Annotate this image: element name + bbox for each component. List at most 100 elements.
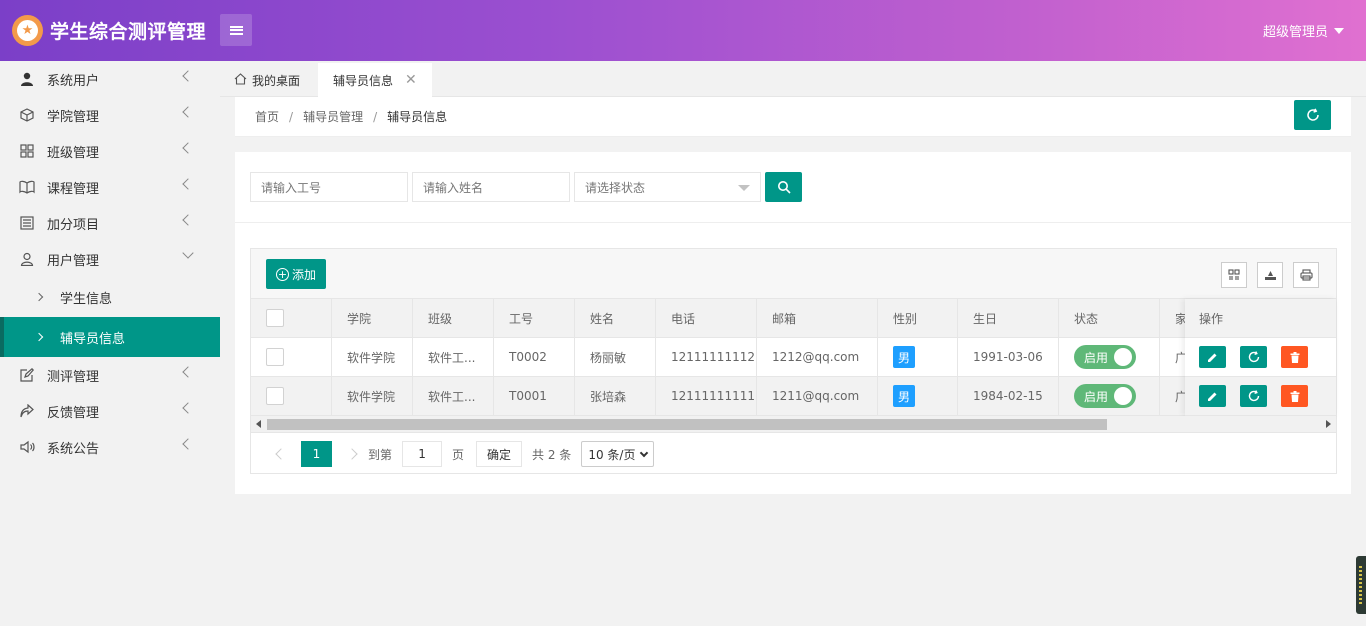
close-icon[interactable]: ✕ [405,72,417,88]
tab-label: 辅导员信息 [333,73,394,88]
tab-bar: 我的桌面 辅导员信息 ✕ [220,61,1366,97]
sidebar-item-evaluation[interactable]: 测评管理 [0,357,220,393]
name-input[interactable]: 请输入姓名 [412,172,570,202]
header-phone[interactable]: 电话 [656,299,757,337]
next-page-icon[interactable] [346,448,358,460]
edit-button[interactable] [1199,346,1226,368]
star-badge-icon: ★ [12,15,43,46]
speaker-icon [19,439,35,455]
select-all-checkbox[interactable] [266,309,284,327]
chevron-left-icon [182,214,194,226]
sidebar-item-label: 加分项目 [47,217,100,233]
staff-id-input[interactable]: 请输入工号 [250,172,408,202]
reset-password-button[interactable] [1240,346,1267,368]
breadcrumb-separator: / [289,109,294,124]
edit-button[interactable] [1199,385,1226,407]
chevron-left-icon [182,178,194,190]
cell-college: 软件学院 [332,377,413,415]
chevron-left-icon [182,438,194,450]
scrollbar-thumb[interactable] [267,419,1107,430]
list-icon [19,215,35,231]
sidebar-item-bonus[interactable]: 加分项目 [0,205,220,241]
tab-home[interactable]: 我的桌面 [234,63,300,97]
breadcrumb-current: 辅导员信息 [387,110,448,124]
header-class[interactable]: 班级 [413,299,494,337]
chevron-left-icon [182,402,194,414]
cell-status: 启用 [1059,338,1160,376]
status-toggle[interactable]: 启用 [1074,345,1136,369]
toggle-knob [1114,348,1132,366]
delete-button[interactable] [1281,385,1308,407]
side-widget-handle[interactable] [1356,556,1366,614]
chevron-down-icon [640,448,649,457]
scroll-right-icon[interactable] [1326,420,1331,428]
chevron-right-icon [34,332,44,342]
menu-toggle-button[interactable] [220,14,252,46]
breadcrumb-counselor-management[interactable]: 辅导员管理 [303,108,363,125]
sidebar-item-college[interactable]: 学院管理 [0,97,220,133]
add-button[interactable]: + 添加 [266,259,327,289]
sidebar-subitem-student-info[interactable]: 学生信息 [0,277,220,317]
row-checkbox[interactable] [266,387,284,405]
gender-badge: 男 [893,385,915,407]
reset-password-button[interactable] [1240,385,1267,407]
print-icon [1299,269,1313,281]
pagination: 1 到第 1 页 确定 共 2 条 10 条/页 [251,434,1336,474]
total-count: 共 2 条 [532,447,572,462]
cell-email: 1212@qq.com [757,338,878,376]
cell-birthday: 1991-03-06 [958,338,1059,376]
print-button[interactable] [1293,262,1319,288]
columns-filter-button[interactable] [1221,262,1247,288]
sidebar-item-user-management[interactable]: 用户管理 [0,241,220,277]
horizontal-scrollbar[interactable] [251,416,1336,433]
sidebar-item-system-users[interactable]: 系统用户 [0,61,220,97]
sidebar-subitem-label: 学生信息 [60,291,113,307]
sidebar-item-label: 课程管理 [47,181,100,197]
sidebar-subitem-counselor-info[interactable]: 辅导员信息 [0,317,220,357]
export-button[interactable] [1257,262,1283,288]
user-solid-icon [19,71,35,87]
chevron-right-icon [34,292,44,302]
header-email[interactable]: 邮箱 [757,299,878,337]
tab-counselor-info[interactable]: 辅导员信息 ✕ [318,63,432,97]
scroll-left-icon[interactable] [256,420,261,428]
sidebar: 系统用户 学院管理 班级管理 课程管理 加分项目 用户管理 学生信息 辅导员信息… [0,61,220,626]
operations-row [1185,338,1336,377]
sidebar-item-course[interactable]: 课程管理 [0,169,220,205]
sidebar-item-class[interactable]: 班级管理 [0,133,220,169]
table-row: 软件学院 软件工... T0001 张培森 12111111111 1211@q… [251,377,1336,416]
header-status[interactable]: 状态 [1059,299,1160,337]
page-size-select[interactable]: 10 条/页 [581,441,655,467]
cell-gender: 男 [878,338,958,376]
row-checkbox[interactable] [266,348,284,366]
goto-confirm-button[interactable]: 确定 [476,441,523,467]
status-toggle[interactable]: 启用 [1074,384,1136,408]
chevron-left-icon [182,106,194,118]
header-gender[interactable]: 性别 [878,299,958,337]
header-name[interactable]: 姓名 [575,299,656,337]
search-button[interactable] [765,172,802,202]
page-size-value: 10 条/页 [588,447,636,462]
status-select[interactable]: 请选择状态 [574,172,761,202]
sidebar-item-feedback[interactable]: 反馈管理 [0,393,220,429]
user-menu[interactable]: 超级管理员 [1263,21,1344,40]
current-page[interactable]: 1 [301,441,332,467]
delete-button[interactable] [1281,346,1308,368]
prev-page-icon[interactable] [275,448,287,460]
cell-class: 软件工... [413,377,494,415]
page-number-input[interactable]: 1 [402,441,443,467]
cell-birthday: 1984-02-15 [958,377,1059,415]
sidebar-item-announcement[interactable]: 系统公告 [0,429,220,465]
refresh-page-button[interactable] [1294,100,1331,130]
header-college[interactable]: 学院 [332,299,413,337]
sidebar-item-label: 班级管理 [47,145,100,161]
status-toggle-label: 启用 [1084,389,1109,404]
sidebar-item-label: 系统公告 [47,441,100,457]
tab-label: 我的桌面 [252,73,301,88]
sidebar-item-label: 系统用户 [47,73,100,89]
breadcrumb-home[interactable]: 首页 [255,108,279,125]
refresh-icon [1248,390,1259,402]
header-birthday[interactable]: 生日 [958,299,1059,337]
header-staff-id[interactable]: 工号 [494,299,575,337]
staff-id-placeholder: 请输入工号 [261,180,322,195]
